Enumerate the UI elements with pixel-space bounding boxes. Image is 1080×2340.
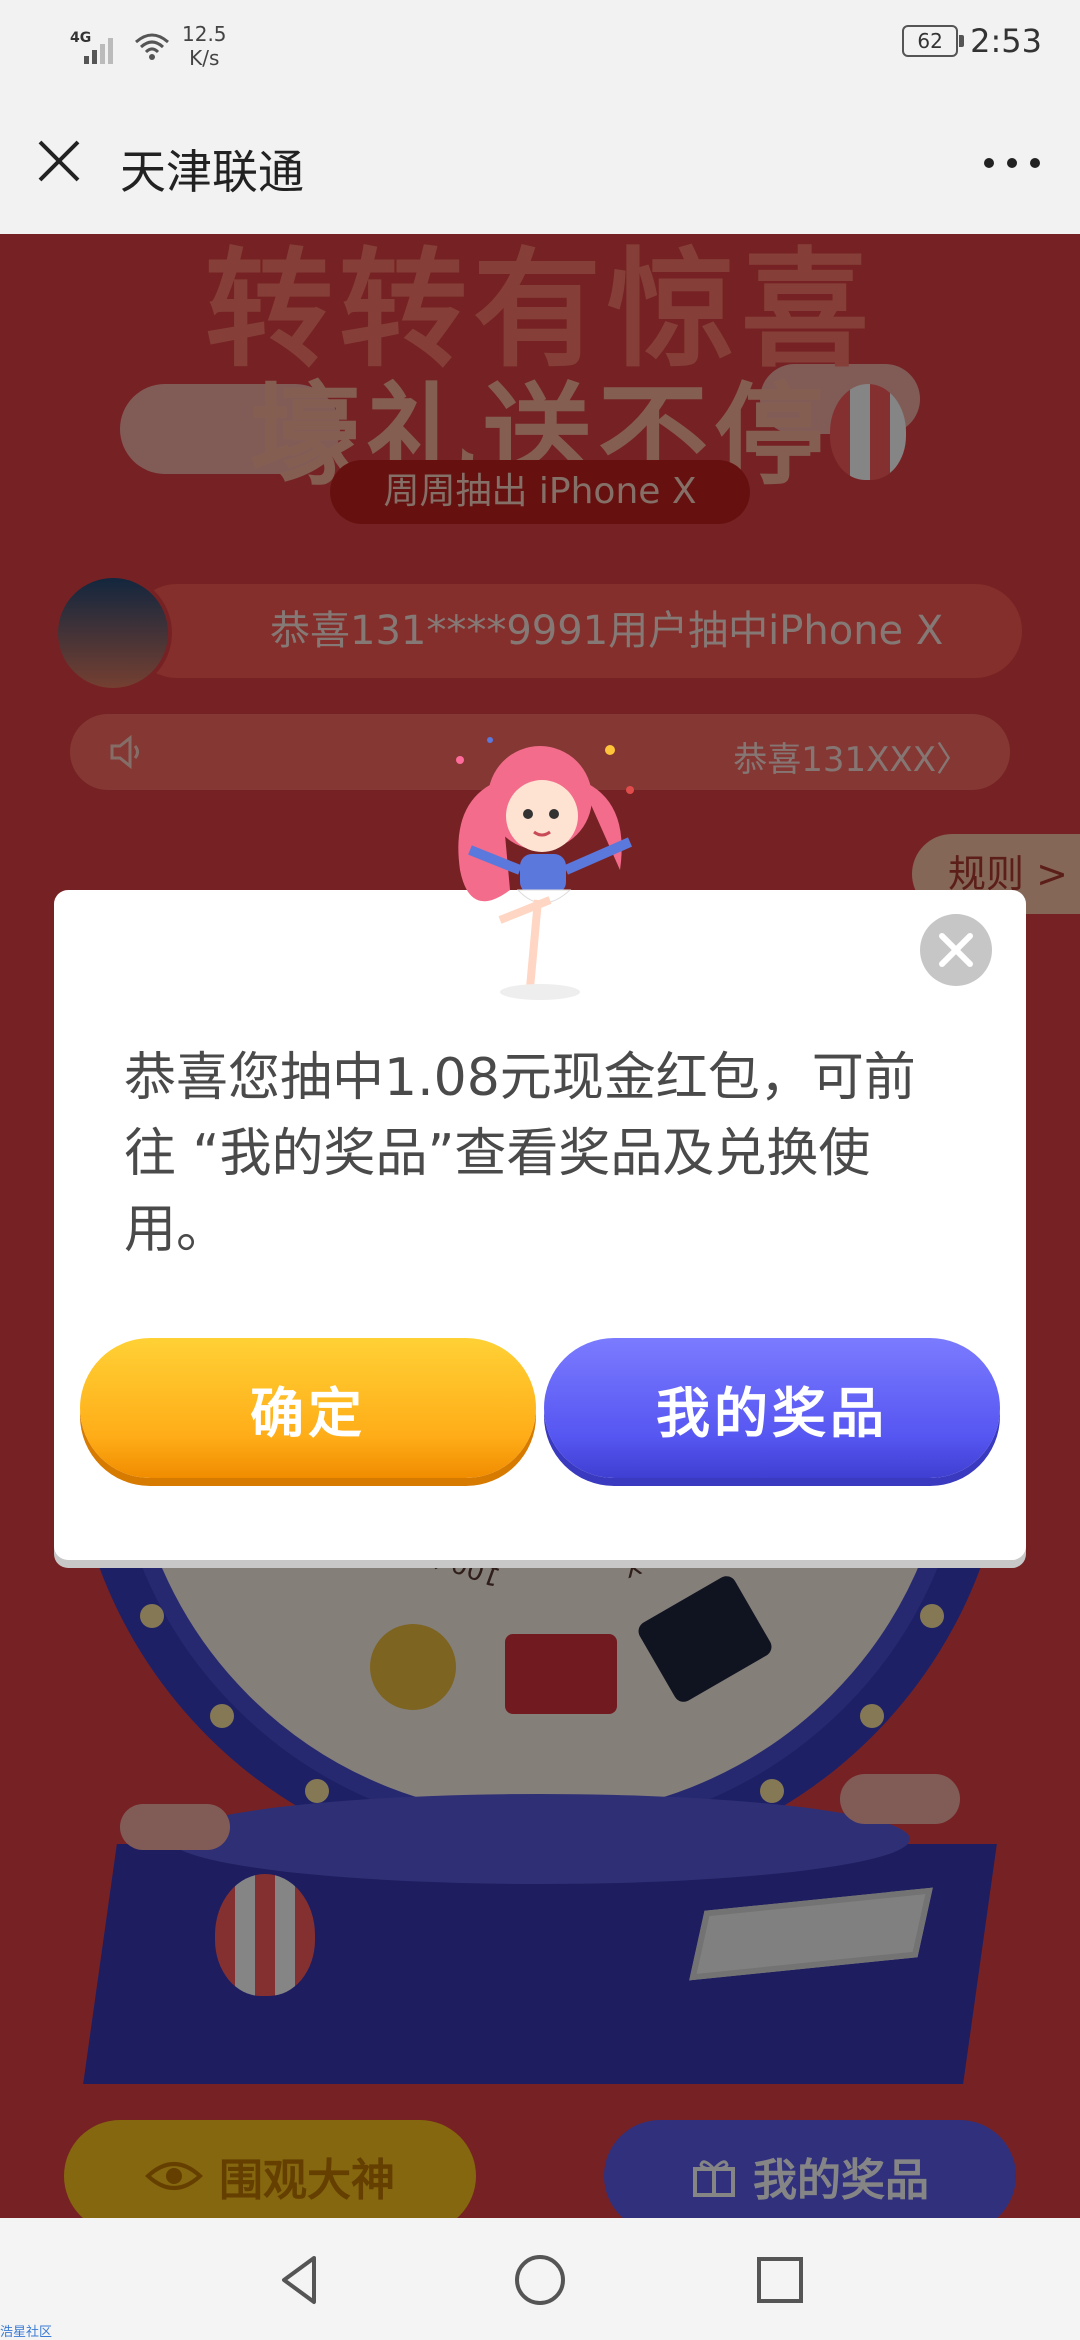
battery-icon: 62 [902,25,965,57]
watermark: 浩星社区 [0,2325,53,2340]
signal-icon: 4G [70,26,122,66]
mascot-girl-icon [456,737,634,1000]
page-title: 天津联通 [120,145,304,199]
speed-value: 12.5 [182,22,227,46]
dialog-message: 恭喜您抽中1.08元现金红包，可前往 “我的奖品”查看奖品及兑换使用。 [124,1048,916,1260]
square-recent-icon[interactable] [752,2252,808,2308]
speed-unit: K/s [189,46,220,70]
confirm-button[interactable]: 确定 [80,1338,536,1478]
clock: 2:53 [970,22,1042,60]
triangle-back-icon[interactable] [272,2252,328,2308]
my-prizes-button[interactable]: 我的奖品 [544,1338,1000,1478]
circle-home-icon[interactable] [512,2252,568,2308]
navigation-bar: 浩星社区 [0,2218,1080,2340]
status-left: 4G 12.5 K/s [70,22,227,70]
network-type: 4G [70,30,92,46]
status-right: 62 2:53 [902,22,1042,60]
dialog-close-button[interactable] [920,914,992,986]
status-bar: 4G 12.5 K/s 62 2:53 [0,0,1080,88]
close-icon [939,933,973,967]
close-icon[interactable] [36,138,82,184]
more-icon[interactable] [984,148,1040,178]
network-speed: 12.5 K/s [182,22,227,70]
wifi-icon [135,33,169,60]
title-bar: 天津联通 [0,88,1080,234]
